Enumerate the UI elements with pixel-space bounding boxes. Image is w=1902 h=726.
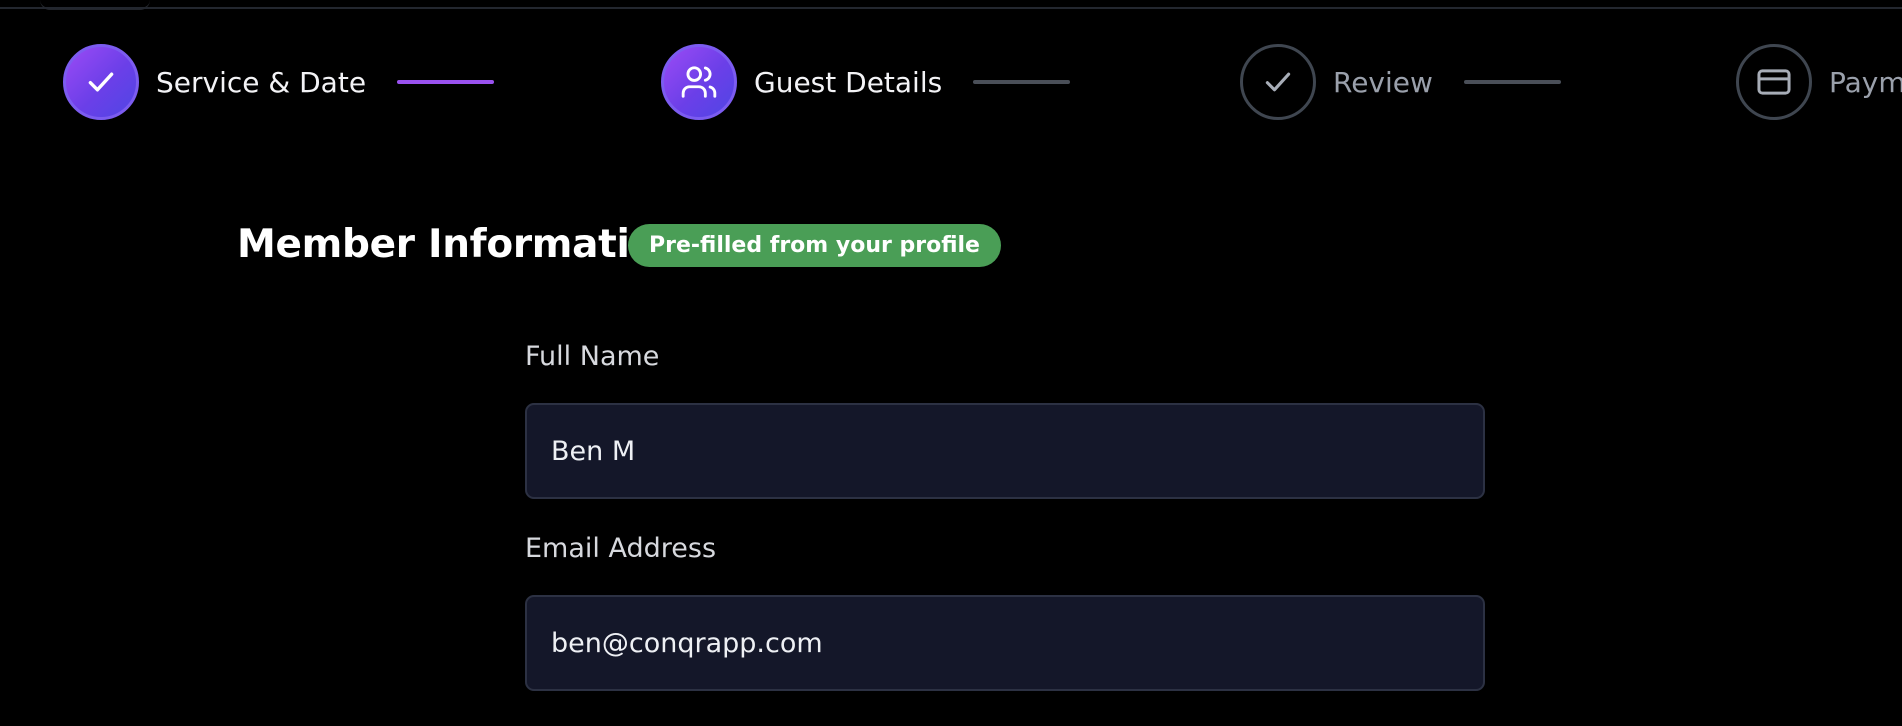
step-service-date[interactable]: Service & Date [63,42,495,122]
step-review[interactable]: Review [1240,42,1561,122]
step-3-circle [1240,44,1316,120]
step-2-circle [661,44,737,120]
step-connector [1463,80,1561,84]
users-icon [681,66,717,98]
step-label: Review [1333,65,1433,99]
check-icon [1265,72,1291,92]
step-connector [973,80,1071,84]
step-connector [397,80,495,84]
step-label: Guest Details [754,65,943,99]
email-label: Email Address [525,533,717,564]
email-input[interactable] [525,595,1485,691]
top-divider [0,7,1902,9]
step-label: Service & Date [156,65,367,99]
full-name-input[interactable] [525,403,1485,499]
prefilled-badge: Pre-filled from your profile [628,224,1001,267]
check-icon [88,72,114,92]
step-label: Paym [1829,65,1902,99]
step-1-circle [63,44,139,120]
step-payment[interactable]: Paym [1736,42,1902,122]
step-guest-details[interactable]: Guest Details [661,42,1071,122]
section-title: Member Information [237,222,684,267]
credit-card-icon [1757,69,1791,95]
booking-page: Service & Date Guest Details Review Paym… [0,0,1902,726]
full-name-label: Full Name [525,341,660,372]
step-4-circle [1736,44,1812,120]
